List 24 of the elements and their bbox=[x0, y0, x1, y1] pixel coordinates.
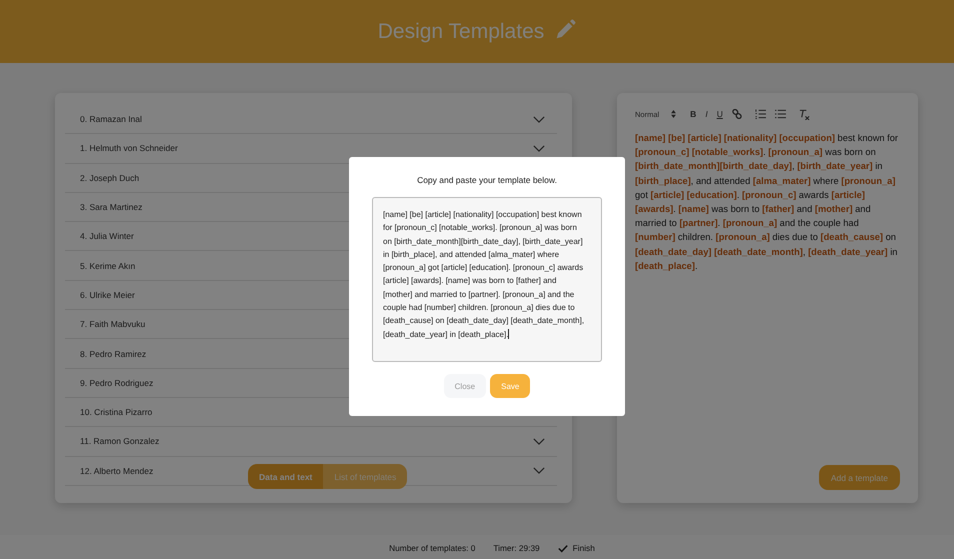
template-text[interactable]: [name] [be] [article] [nationality] [occupation] best known for [pronoun_c] [notable_works]. [pronoun_a] was born on [birth_date_month][birth_date_day], [birth_date_year] in [birth_place], and attended [alma_mater] where [pronoun_a] got [article] [education]. [pronoun_c] awards [article] [awards]. [name] was born to [father] and [mother] and married to [partner]. [pronoun_a] and the couple had [number] children. [pronoun_a] dies due to [death_cause] on [death_date_day] [death_date_month], [death_date_year] in [death_place]. bbox=[635, 131, 900, 274]
timer: Timer: 29:39 bbox=[493, 543, 540, 553]
underline-button[interactable]: U bbox=[716, 109, 723, 119]
chevron-down-icon[interactable] bbox=[533, 144, 545, 152]
close-button[interactable]: Close bbox=[444, 374, 486, 398]
bullet-list-icon[interactable] bbox=[774, 109, 786, 119]
chevron-down-icon[interactable] bbox=[533, 467, 545, 474]
finish-button[interactable]: Finish bbox=[558, 543, 595, 553]
person-row[interactable]: 11. Ramon Gonzalez bbox=[65, 427, 557, 457]
chevron-down-icon[interactable] bbox=[533, 438, 545, 445]
page-title: Design Templates bbox=[378, 20, 544, 44]
template-field[interactable]: [name] [be] [article] [nationality] [occupation] best known for [pronoun_c] [notable_works]. [pronoun_a] was born on [birth_date_month][birth_date_day], [birth_date_year] in [birth_place], and attended [alma_mater] where [pronoun_a] got [article] [education]. [pronoun_c] awards [article] [awards]. [name] was born to [father] and [mother] and married to [partner]. [pronoun_a] and the couple had [number] children. [pronoun_a] dies due to [death_cause] on [death_date_day] [death_date_month], [death_date_year] in [death_place]. bbox=[372, 197, 602, 362]
dialog-prompt: Copy and paste your template below. bbox=[417, 175, 557, 185]
person-row[interactable]: 0. Ramazan Inal bbox=[65, 105, 557, 134]
clear-format-icon[interactable] bbox=[798, 108, 810, 120]
italic-button[interactable]: I bbox=[705, 109, 708, 119]
ordered-list-icon[interactable] bbox=[754, 109, 766, 119]
checkmark-icon bbox=[558, 544, 568, 552]
up-down-arrows-icon bbox=[671, 110, 676, 118]
chevron-down-icon[interactable] bbox=[533, 116, 545, 123]
link-icon[interactable] bbox=[732, 109, 742, 119]
template-count: Number of templates: 0 bbox=[389, 543, 476, 553]
bold-button[interactable]: B bbox=[690, 109, 696, 119]
text-cursor bbox=[508, 328, 510, 339]
